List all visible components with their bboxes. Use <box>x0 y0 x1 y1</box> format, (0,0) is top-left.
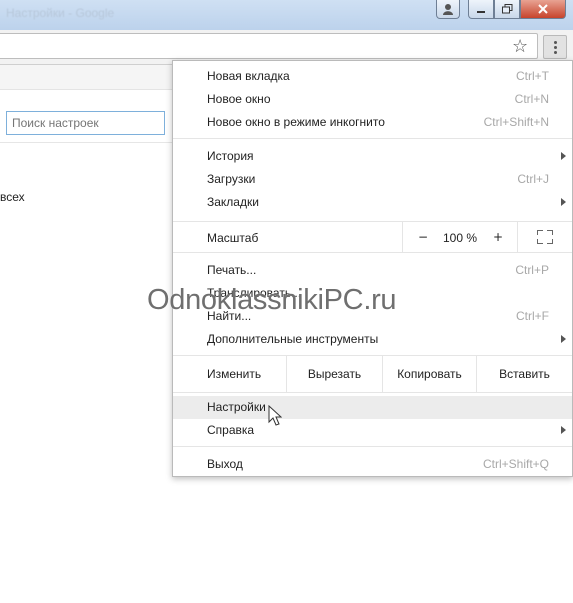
menu-item-cast[interactable]: Транслировать... <box>173 282 572 305</box>
menu-item-more-tools[interactable]: Дополнительные инструменты <box>173 328 572 351</box>
chrome-main-menu: Новая вкладка Ctrl+T Новое окно Ctrl+N Н… <box>172 60 573 477</box>
menu-item-new-tab[interactable]: Новая вкладка Ctrl+T <box>173 65 572 88</box>
user-icon <box>443 4 453 15</box>
restore-icon <box>501 4 512 14</box>
minimize-icon <box>477 11 485 13</box>
settings-divider <box>0 142 175 143</box>
chevron-right-icon <box>561 198 566 206</box>
close-button[interactable] <box>520 0 566 19</box>
menu-separator <box>173 446 572 447</box>
close-icon <box>538 4 548 14</box>
zoom-in-button[interactable]: + <box>493 230 503 244</box>
menu-item-incognito[interactable]: Новое окно в режиме инкогнито Ctrl+Shift… <box>173 111 572 134</box>
settings-header-bar <box>0 65 180 90</box>
menu-item-bookmarks[interactable]: Закладки <box>173 191 572 214</box>
menu-item-new-window[interactable]: Новое окно Ctrl+N <box>173 88 572 111</box>
settings-partial-text: всех <box>0 190 25 204</box>
menu-separator <box>173 252 572 253</box>
user-profile-button[interactable] <box>436 0 460 19</box>
menu-item-exit[interactable]: Выход Ctrl+Shift+Q <box>173 453 572 476</box>
chrome-menu-button[interactable] <box>543 35 567 59</box>
zoom-label: Масштаб <box>207 231 259 245</box>
menu-item-history[interactable]: История <box>173 145 572 168</box>
minimize-button[interactable] <box>468 0 494 19</box>
chevron-right-icon <box>561 152 566 160</box>
address-bar[interactable] <box>0 33 538 59</box>
copy-button[interactable]: Копировать <box>382 356 476 392</box>
menu-separator <box>173 392 572 393</box>
paste-button[interactable]: Вставить <box>476 356 572 392</box>
menu-item-print[interactable]: Печать... Ctrl+P <box>173 259 572 282</box>
mouse-pointer-icon <box>268 405 282 426</box>
window-title: Настройки - Google <box>6 6 115 20</box>
chevron-right-icon <box>561 426 566 434</box>
three-dots-icon <box>553 40 557 44</box>
menu-item-downloads[interactable]: Загрузки Ctrl+J <box>173 168 572 191</box>
menu-separator <box>173 138 572 139</box>
menu-item-help[interactable]: Справка <box>173 419 572 442</box>
chevron-right-icon <box>561 335 566 343</box>
menu-edit-row: Изменить Вырезать Копировать Вставить <box>173 356 572 392</box>
star-icon[interactable]: ☆ <box>512 36 528 57</box>
fullscreen-icon[interactable] <box>537 230 553 244</box>
zoom-out-button[interactable]: − <box>418 230 428 244</box>
zoom-value: 100 % <box>443 231 478 245</box>
menu-zoom-row: Масштаб − 100 % + <box>173 222 572 252</box>
edit-label: Изменить <box>207 367 262 381</box>
menu-item-find[interactable]: Найти... Ctrl+F <box>173 305 572 328</box>
restore-button[interactable] <box>494 0 520 19</box>
settings-search-input[interactable] <box>6 111 165 135</box>
menu-item-settings[interactable]: Настройки <box>173 396 572 419</box>
cut-button[interactable]: Вырезать <box>286 356 382 392</box>
zoom-controls: − 100 % + <box>402 222 518 252</box>
